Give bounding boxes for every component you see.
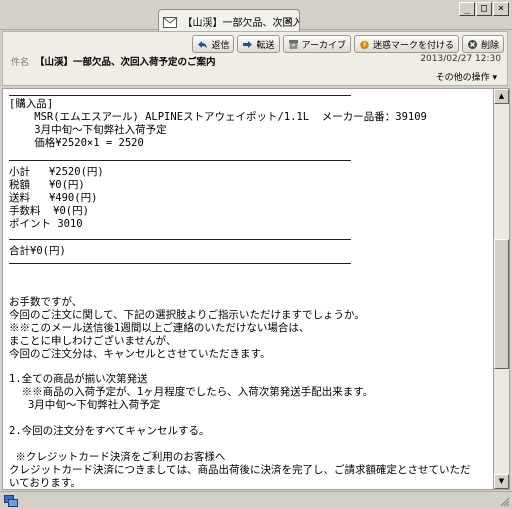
vertical-scrollbar[interactable]: ▲ ▼ <box>494 88 510 490</box>
delete-label: 削除 <box>480 40 499 51</box>
reply-arrow-icon <box>198 40 208 49</box>
title-bar: 【山渓】一部欠品、次回入荷... × _ □ × <box>0 0 512 31</box>
delete-button[interactable]: 削除 <box>461 35 504 53</box>
subject-label: 件名 <box>11 58 30 68</box>
tab-close-icon[interactable]: × <box>284 14 293 27</box>
subject-text: 【山渓】一部欠品、次回入荷予定のご案内 <box>35 57 216 68</box>
message-date: 2013/02/27 12:30 <box>420 54 501 64</box>
notice-text: お手数ですが、 今回のご注文に関して、下記の選択肢よりご指示いただけますでしょう… <box>9 296 471 489</box>
archive-button[interactable]: アーカイブ <box>282 35 351 53</box>
window-controls: _ □ × <box>459 2 509 16</box>
reply-label: 返信 <box>211 40 230 51</box>
message-header: 返信 転送 アーカイブ 迷惑マークを付ける 削除 件名 【山渓】一部欠品、次回入… <box>2 31 508 86</box>
minimize-button[interactable]: _ <box>459 2 475 16</box>
scroll-down-arrow[interactable]: ▼ <box>494 474 509 489</box>
divider-totals <box>9 239 351 240</box>
archive-label: アーカイブ <box>301 40 346 51</box>
junk-flame-icon <box>360 40 369 49</box>
forward-button[interactable]: 転送 <box>237 35 280 53</box>
forward-arrow-icon <box>243 40 253 48</box>
reply-button[interactable]: 返信 <box>192 35 235 53</box>
grand-total: 合計¥0(円) <box>9 245 66 257</box>
tab-message[interactable]: 【山渓】一部欠品、次回入荷... × <box>158 9 300 31</box>
divider-purchase <box>9 160 351 161</box>
scroll-thumb[interactable] <box>494 239 509 369</box>
delete-icon <box>467 39 477 49</box>
status-bar <box>0 491 512 509</box>
other-actions-menu[interactable]: その他の操作 ▾ <box>436 70 497 83</box>
divider-top <box>9 95 351 96</box>
tab-title: 【山渓】一部欠品、次回入荷... <box>182 18 300 29</box>
forward-label: 転送 <box>256 40 275 51</box>
message-body[interactable]: [購入品] MSR(エムエスアール) ALPINEストアウェイポット/1.1L … <box>2 88 494 490</box>
junk-button[interactable]: 迷惑マークを付ける <box>353 35 459 53</box>
totals-details: 小計 ¥2520(円) 税額 ¥0(円) 送料 ¥490(円) 手数料 ¥0(円… <box>9 166 104 230</box>
message-toolbar: 返信 転送 アーカイブ 迷惑マークを付ける 削除 <box>192 35 504 53</box>
purchase-details: [購入品] MSR(エムエスアール) ALPINEストアウェイポット/1.1L … <box>9 98 427 149</box>
mail-icon <box>163 17 177 28</box>
maximize-button[interactable]: □ <box>476 2 492 16</box>
junk-label: 迷惑マークを付ける <box>372 40 454 51</box>
archive-box-icon <box>288 39 298 49</box>
close-window-button[interactable]: × <box>493 2 509 16</box>
divider-total <box>9 263 351 264</box>
scroll-up-arrow[interactable]: ▲ <box>494 89 509 104</box>
connection-status-icon <box>4 495 18 507</box>
resize-grip-icon[interactable] <box>499 496 510 507</box>
